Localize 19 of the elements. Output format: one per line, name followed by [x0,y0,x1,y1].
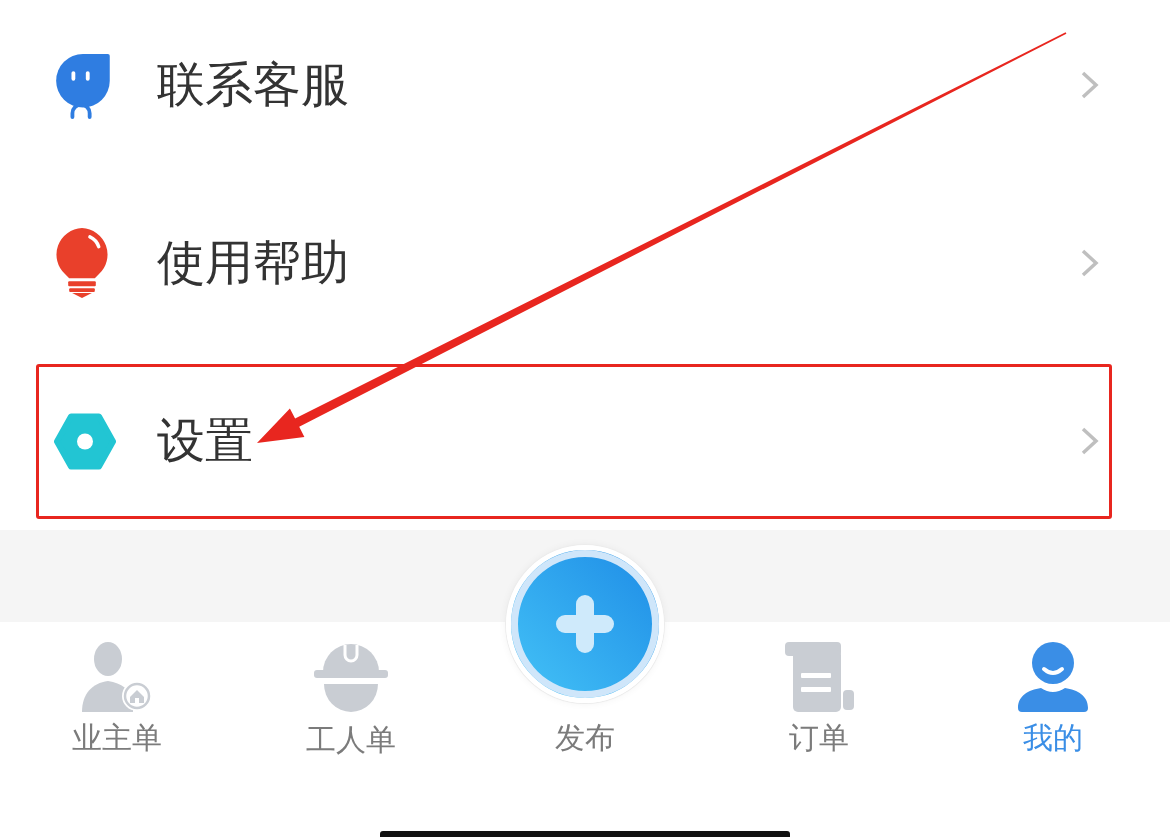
hard-hat-icon [314,642,388,714]
user-house-icon [80,642,154,712]
menu-label[interactable]: 联系客服 [157,56,349,114]
tab-item[interactable]: 工人单 [306,642,396,758]
settings-icon [54,412,116,470]
chevron-right-icon [1080,70,1100,100]
lightbulb-icon [54,228,110,298]
plus-icon [556,595,614,653]
tab-item[interactable]: 业主单 [72,642,162,756]
scroll-icon [783,642,855,712]
menu-label[interactable]: 设置 [157,412,253,470]
smiling-user-icon [1016,642,1090,712]
tab-item[interactable]: 我的 [1016,642,1090,756]
chevron-right-icon [1080,426,1100,456]
mascot-icon [54,51,110,119]
chevron-right-icon [1080,248,1100,278]
menu-label[interactable]: 使用帮助 [157,234,349,292]
tab-label[interactable]: 发布 [555,720,615,756]
tab-item[interactable]: 订单 [783,642,855,756]
